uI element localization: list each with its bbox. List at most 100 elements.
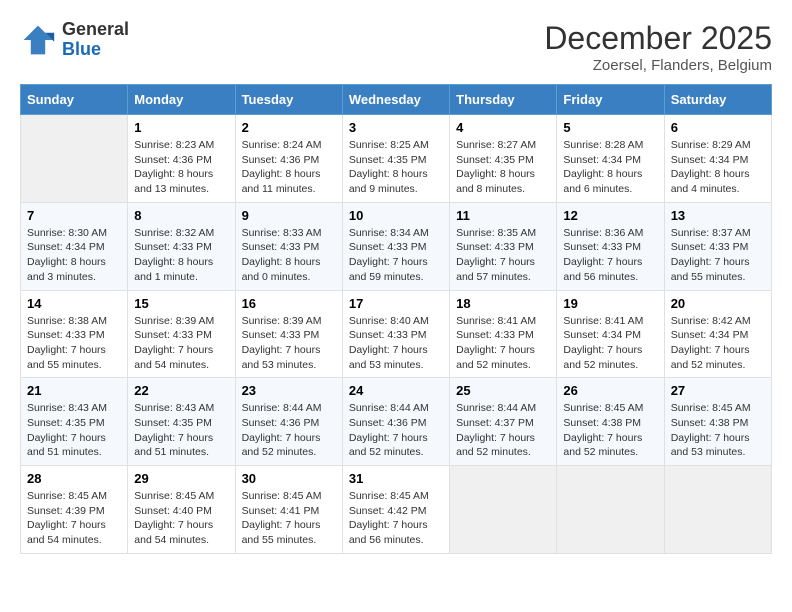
calendar-cell: 6 Sunrise: 8:29 AMSunset: 4:34 PMDaylight… bbox=[664, 115, 771, 203]
calendar-cell: 27Sunrise: 8:45 AMSunset: 4:38 PMDayligh… bbox=[664, 378, 771, 466]
day-number: 11 bbox=[456, 208, 550, 223]
day-detail: Sunrise: 8:45 AMSunset: 4:38 PMDaylight:… bbox=[671, 401, 765, 460]
day-number: 9 bbox=[242, 208, 336, 223]
day-number: 13 bbox=[671, 208, 765, 223]
calendar-cell: 12Sunrise: 8:36 AMSunset: 4:33 PMDayligh… bbox=[557, 202, 664, 290]
day-number: 8 bbox=[134, 208, 228, 223]
day-number: 17 bbox=[349, 296, 443, 311]
day-detail: Sunrise: 8:41 AMSunset: 4:33 PMDaylight:… bbox=[456, 314, 550, 373]
calendar-cell: 13 Sunrise: 8:37 AMSunset: 4:33 PMDayligh… bbox=[664, 202, 771, 290]
day-number: 15 bbox=[134, 296, 228, 311]
calendar-cell: 19Sunrise: 8:41 AMSunset: 4:34 PMDayligh… bbox=[557, 290, 664, 378]
calendar-cell bbox=[557, 466, 664, 554]
logo-text: General Blue bbox=[62, 20, 129, 60]
title-block: December 2025 Zoersel, Flanders, Belgium bbox=[544, 20, 772, 74]
day-number: 25 bbox=[456, 383, 550, 398]
day-number: 26 bbox=[563, 383, 657, 398]
day-detail: Sunrise: 8:33 AMSunset: 4:33 PMDaylight:… bbox=[242, 226, 336, 285]
day-number: 6 bbox=[671, 120, 765, 135]
day-detail: Sunrise: 8:39 AMSunset: 4:33 PMDaylight:… bbox=[134, 314, 228, 373]
calendar-cell: 21Sunrise: 8:43 AMSunset: 4:35 PMDayligh… bbox=[21, 378, 128, 466]
calendar-cell: 18Sunrise: 8:41 AMSunset: 4:33 PMDayligh… bbox=[450, 290, 557, 378]
calendar-cell: 2 Sunrise: 8:24 AMSunset: 4:36 PMDaylight… bbox=[235, 115, 342, 203]
day-detail: Sunrise: 8:25 AMSunset: 4:35 PMDaylight:… bbox=[349, 138, 443, 197]
calendar-cell: 11 Sunrise: 8:35 AMSunset: 4:33 PMDayligh… bbox=[450, 202, 557, 290]
day-detail: Sunrise: 8:29 AMSunset: 4:34 PMDaylight:… bbox=[671, 138, 765, 197]
day-number: 14 bbox=[27, 296, 121, 311]
calendar-cell: 24 Sunrise: 8:44 AMSunset: 4:36 PMDayligh… bbox=[342, 378, 449, 466]
day-detail: Sunrise: 8:41 AMSunset: 4:34 PMDaylight:… bbox=[563, 314, 657, 373]
calendar-week-row: 28 Sunrise: 8:45 AMSunset: 4:39 PMDayligh… bbox=[21, 466, 772, 554]
col-sunday: Sunday bbox=[21, 85, 128, 115]
calendar-cell: 22 Sunrise: 8:43 AMSunset: 4:35 PMDayligh… bbox=[128, 378, 235, 466]
day-number: 22 bbox=[134, 383, 228, 398]
calendar-cell bbox=[450, 466, 557, 554]
day-detail: Sunrise: 8:27 AMSunset: 4:35 PMDaylight:… bbox=[456, 138, 550, 197]
day-detail: Sunrise: 8:42 AMSunset: 4:34 PMDaylight:… bbox=[671, 314, 765, 373]
calendar-header-row: Sunday Monday Tuesday Wednesday Thursday… bbox=[21, 85, 772, 115]
calendar-cell: 9 Sunrise: 8:33 AMSunset: 4:33 PMDaylight… bbox=[235, 202, 342, 290]
location: Zoersel, Flanders, Belgium bbox=[544, 57, 772, 74]
day-number: 2 bbox=[242, 120, 336, 135]
calendar-cell bbox=[664, 466, 771, 554]
day-number: 21 bbox=[27, 383, 121, 398]
calendar-cell: 29Sunrise: 8:45 AMSunset: 4:40 PMDayligh… bbox=[128, 466, 235, 554]
calendar-cell: 28 Sunrise: 8:45 AMSunset: 4:39 PMDayligh… bbox=[21, 466, 128, 554]
day-number: 20 bbox=[671, 296, 765, 311]
day-number: 30 bbox=[242, 471, 336, 486]
day-detail: Sunrise: 8:43 AMSunset: 4:35 PMDaylight:… bbox=[134, 401, 228, 460]
col-monday: Monday bbox=[128, 85, 235, 115]
day-detail: Sunrise: 8:36 AMSunset: 4:33 PMDaylight:… bbox=[563, 226, 657, 285]
day-number: 5 bbox=[563, 120, 657, 135]
day-number: 23 bbox=[242, 383, 336, 398]
logo: General Blue bbox=[20, 20, 129, 60]
calendar-cell: 23 Sunrise: 8:44 AMSunset: 4:36 PMDayligh… bbox=[235, 378, 342, 466]
day-number: 31 bbox=[349, 471, 443, 486]
day-detail: Sunrise: 8:45 AMSunset: 4:40 PMDaylight:… bbox=[134, 489, 228, 548]
day-detail: Sunrise: 8:44 AMSunset: 4:37 PMDaylight:… bbox=[456, 401, 550, 460]
day-detail: Sunrise: 8:34 AMSunset: 4:33 PMDaylight:… bbox=[349, 226, 443, 285]
calendar-cell: 14 Sunrise: 8:38 AMSunset: 4:33 PMDayligh… bbox=[21, 290, 128, 378]
calendar-cell: 7Sunrise: 8:30 AMSunset: 4:34 PMDaylight… bbox=[21, 202, 128, 290]
day-number: 4 bbox=[456, 120, 550, 135]
calendar-week-row: 21 Sunrise: 8:43 AMSunset: 4:35 PMDayligh… bbox=[21, 378, 772, 466]
page-header: General Blue December 2025 Zoersel, Flan… bbox=[20, 20, 772, 74]
calendar-cell: 30Sunrise: 8:45 AMSunset: 4:41 PMDayligh… bbox=[235, 466, 342, 554]
col-friday: Friday bbox=[557, 85, 664, 115]
calendar-table: Sunday Monday Tuesday Wednesday Thursday… bbox=[20, 84, 772, 554]
day-detail: Sunrise: 8:44 AMSunset: 4:36 PMDaylight:… bbox=[349, 401, 443, 460]
day-detail: Sunrise: 8:38 AMSunset: 4:33 PMDaylight:… bbox=[27, 314, 121, 373]
day-number: 1 bbox=[134, 120, 228, 135]
calendar-cell: 20 Sunrise: 8:42 AMSunset: 4:34 PMDayligh… bbox=[664, 290, 771, 378]
calendar-week-row: 1 Sunrise: 8:23 AMSunset: 4:36 PMDaylight… bbox=[21, 115, 772, 203]
calendar-cell: 16Sunrise: 8:39 AMSunset: 4:33 PMDayligh… bbox=[235, 290, 342, 378]
day-number: 3 bbox=[349, 120, 443, 135]
calendar-cell: 17 Sunrise: 8:40 AMSunset: 4:33 PMDayligh… bbox=[342, 290, 449, 378]
day-detail: Sunrise: 8:28 AMSunset: 4:34 PMDaylight:… bbox=[563, 138, 657, 197]
calendar-cell: 31Sunrise: 8:45 AMSunset: 4:42 PMDayligh… bbox=[342, 466, 449, 554]
day-detail: Sunrise: 8:45 AMSunset: 4:38 PMDaylight:… bbox=[563, 401, 657, 460]
calendar-cell: 25 Sunrise: 8:44 AMSunset: 4:37 PMDayligh… bbox=[450, 378, 557, 466]
calendar-week-row: 14 Sunrise: 8:38 AMSunset: 4:33 PMDayligh… bbox=[21, 290, 772, 378]
calendar-cell bbox=[21, 115, 128, 203]
day-number: 24 bbox=[349, 383, 443, 398]
calendar-cell: 3 Sunrise: 8:25 AMSunset: 4:35 PMDaylight… bbox=[342, 115, 449, 203]
calendar-cell: 4 Sunrise: 8:27 AMSunset: 4:35 PMDaylight… bbox=[450, 115, 557, 203]
day-detail: Sunrise: 8:32 AMSunset: 4:33 PMDaylight:… bbox=[134, 226, 228, 285]
day-detail: Sunrise: 8:40 AMSunset: 4:33 PMDaylight:… bbox=[349, 314, 443, 373]
logo-icon bbox=[20, 22, 56, 58]
col-tuesday: Tuesday bbox=[235, 85, 342, 115]
col-thursday: Thursday bbox=[450, 85, 557, 115]
day-detail: Sunrise: 8:37 AMSunset: 4:33 PMDaylight:… bbox=[671, 226, 765, 285]
day-number: 28 bbox=[27, 471, 121, 486]
calendar-cell: 10Sunrise: 8:34 AMSunset: 4:33 PMDayligh… bbox=[342, 202, 449, 290]
calendar-cell: 1 Sunrise: 8:23 AMSunset: 4:36 PMDaylight… bbox=[128, 115, 235, 203]
day-detail: Sunrise: 8:35 AMSunset: 4:33 PMDaylight:… bbox=[456, 226, 550, 285]
day-detail: Sunrise: 8:45 AMSunset: 4:39 PMDaylight:… bbox=[27, 489, 121, 548]
day-detail: Sunrise: 8:44 AMSunset: 4:36 PMDaylight:… bbox=[242, 401, 336, 460]
day-detail: Sunrise: 8:23 AMSunset: 4:36 PMDaylight:… bbox=[134, 138, 228, 197]
day-detail: Sunrise: 8:30 AMSunset: 4:34 PMDaylight:… bbox=[27, 226, 121, 285]
month-title: December 2025 bbox=[544, 20, 772, 57]
calendar-cell: 8 Sunrise: 8:32 AMSunset: 4:33 PMDaylight… bbox=[128, 202, 235, 290]
day-detail: Sunrise: 8:24 AMSunset: 4:36 PMDaylight:… bbox=[242, 138, 336, 197]
